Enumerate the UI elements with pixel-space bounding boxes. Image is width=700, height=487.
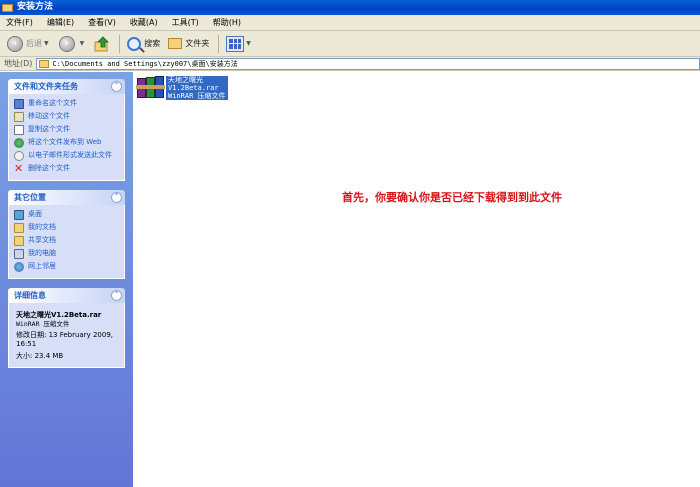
place-label: 网上邻居 (28, 262, 56, 270)
menu-tools[interactable]: 工具(T) (172, 17, 199, 28)
search-label: 搜索 (144, 39, 161, 48)
move-icon (14, 112, 24, 122)
task-label: 删除这个文件 (28, 164, 70, 172)
up-button[interactable] (91, 33, 113, 55)
task-publish-web[interactable]: 将这个文件发布到 Web (14, 137, 120, 150)
task-pane: 文件和文件夹任务 ˄ 重命名这个文件 移动这个文件 复制这个文件 将这个文件发布… (0, 72, 133, 487)
menu-favorites[interactable]: 收藏(A) (130, 17, 158, 28)
menu-bar: 文件(F) 编辑(E) 查看(V) 收藏(A) 工具(T) 帮助(H) (0, 15, 700, 31)
file-name: 天地之曙光 (168, 76, 203, 84)
task-rename[interactable]: 重命名这个文件 (14, 98, 120, 111)
address-input[interactable]: C:\Documents and Settings\zzy007\桌面\安装方法 (36, 57, 700, 70)
task-label: 移动这个文件 (28, 112, 70, 120)
back-button[interactable]: ‹ 后退 ▼ (4, 33, 54, 55)
copy-icon (14, 125, 24, 135)
window-title: 安装方法 (17, 2, 54, 12)
place-label: 我的文档 (28, 223, 56, 231)
back-label: 后退 (26, 39, 42, 48)
forward-dropdown-icon[interactable]: ▼ (80, 40, 85, 47)
menu-help[interactable]: 帮助(H) (213, 17, 241, 28)
menu-edit[interactable]: 编辑(E) (47, 17, 74, 28)
task-label: 复制这个文件 (28, 125, 70, 133)
task-label: 重命名这个文件 (28, 99, 77, 107)
toolbar-separator (119, 34, 121, 53)
file-tasks-body: 重命名这个文件 移动这个文件 复制这个文件 将这个文件发布到 Web 以电子邮件… (8, 94, 125, 181)
file-view[interactable]: 天地之曙光 V1.2Beta.rar WinRAR 压缩文件 首先，你要确认你是… (133, 72, 700, 487)
panel-title: 其它位置 (14, 193, 46, 202)
folders-label: 文件夹 (185, 39, 210, 48)
winrar-archive-icon (136, 76, 165, 98)
folders-button[interactable]: 文件夹 (165, 33, 212, 55)
delete-icon: ✕ (14, 162, 24, 175)
my-documents-icon (14, 223, 24, 233)
forward-button[interactable]: › ▼ (56, 33, 90, 55)
details-file-type: WinRAR 压缩文件 (16, 320, 70, 328)
rename-icon (14, 99, 24, 109)
file-type: WinRAR 压缩文件 (168, 92, 226, 100)
toolbar-separator (218, 34, 220, 53)
menu-file[interactable]: 文件(F) (6, 17, 33, 28)
place-shared-documents[interactable]: 共享文档 (14, 235, 120, 248)
back-arrow-icon: ‹ (7, 35, 23, 52)
panel-title: 文件和文件夹任务 (14, 82, 78, 91)
collapse-icon[interactable]: ˄ (111, 192, 122, 203)
back-dropdown-icon[interactable]: ▼ (44, 40, 49, 47)
task-copy[interactable]: 复制这个文件 (14, 124, 120, 137)
forward-arrow-icon: › (58, 35, 75, 52)
file-tasks-panel: 文件和文件夹任务 ˄ 重命名这个文件 移动这个文件 复制这个文件 将这个文件发布… (8, 79, 125, 181)
menu-view[interactable]: 查看(V) (88, 17, 116, 28)
details-size: 大小: 23.4 MB (16, 352, 64, 360)
views-button[interactable]: ▼ (223, 33, 256, 55)
place-my-computer[interactable]: 我的电脑 (14, 248, 120, 261)
details-body: 天地之曙光V1.2Beta.rar WinRAR 压缩文件 修改日期: 13 F… (8, 303, 125, 368)
details-panel: 详细信息 ˄ 天地之曙光V1.2Beta.rar WinRAR 压缩文件 修改日… (8, 288, 125, 368)
other-places-header[interactable]: 其它位置 ˄ (8, 190, 125, 205)
address-path: C:\Documents and Settings\zzy007\桌面\安装方法 (52, 59, 238, 68)
task-label: 以电子邮件形式发送此文件 (28, 151, 112, 159)
place-my-documents[interactable]: 我的文档 (14, 222, 120, 235)
search-button[interactable]: 搜索 (124, 33, 163, 55)
folders-icon (168, 38, 183, 49)
collapse-icon[interactable]: ˄ (111, 290, 122, 301)
details-file-name: 天地之曙光V1.2Beta.rar (16, 311, 102, 319)
place-network[interactable]: 网上邻居 (14, 261, 120, 274)
place-desktop[interactable]: 桌面 (14, 209, 120, 222)
computer-icon (14, 249, 24, 259)
email-icon (14, 151, 24, 161)
toolbar: ‹ 后退 ▼ › ▼ 搜索 文件夹 ▼ (0, 31, 700, 57)
views-icon (226, 35, 245, 52)
task-label: 将这个文件发布到 Web (28, 138, 102, 146)
address-label: 地址(D) (4, 59, 33, 68)
address-bar: 地址(D) C:\Documents and Settings\zzy007\桌… (0, 57, 700, 71)
task-email[interactable]: 以电子邮件形式发送此文件 (14, 150, 120, 163)
place-label: 我的电脑 (28, 249, 56, 257)
task-delete[interactable]: ✕ 删除这个文件 (14, 163, 120, 176)
place-label: 共享文档 (28, 236, 56, 244)
other-places-panel: 其它位置 ˄ 桌面 我的文档 共享文档 我的电脑 网上邻居 (8, 190, 125, 279)
file-label: 天地之曙光 V1.2Beta.rar WinRAR 压缩文件 (166, 76, 228, 100)
other-places-body: 桌面 我的文档 共享文档 我的电脑 网上邻居 (8, 205, 125, 279)
up-folder-icon (94, 35, 110, 52)
folder-icon (2, 3, 13, 12)
place-label: 桌面 (28, 210, 42, 218)
details-header[interactable]: 详细信息 ˄ (8, 288, 125, 303)
collapse-icon[interactable]: ˄ (111, 81, 122, 92)
file-name-ext: V1.2Beta.rar (168, 84, 219, 92)
task-move[interactable]: 移动这个文件 (14, 111, 120, 124)
desktop-icon (14, 210, 24, 220)
file-tasks-header[interactable]: 文件和文件夹任务 ˄ (8, 79, 125, 94)
title-bar: 安装方法 (0, 0, 700, 15)
globe-icon (14, 138, 24, 148)
rar-file-item[interactable]: 天地之曙光 V1.2Beta.rar WinRAR 压缩文件 (136, 76, 228, 100)
search-icon (127, 36, 142, 51)
shared-documents-icon (14, 236, 24, 246)
folder-icon (39, 59, 50, 68)
details-modified: 修改日期: 13 February 2009, 16:51 (16, 331, 113, 348)
network-icon (14, 262, 24, 272)
views-dropdown-icon[interactable]: ▼ (246, 40, 251, 47)
instruction-note: 首先，你要确认你是否已经下载得到到此文件 (342, 191, 562, 204)
panel-title: 详细信息 (14, 291, 46, 300)
